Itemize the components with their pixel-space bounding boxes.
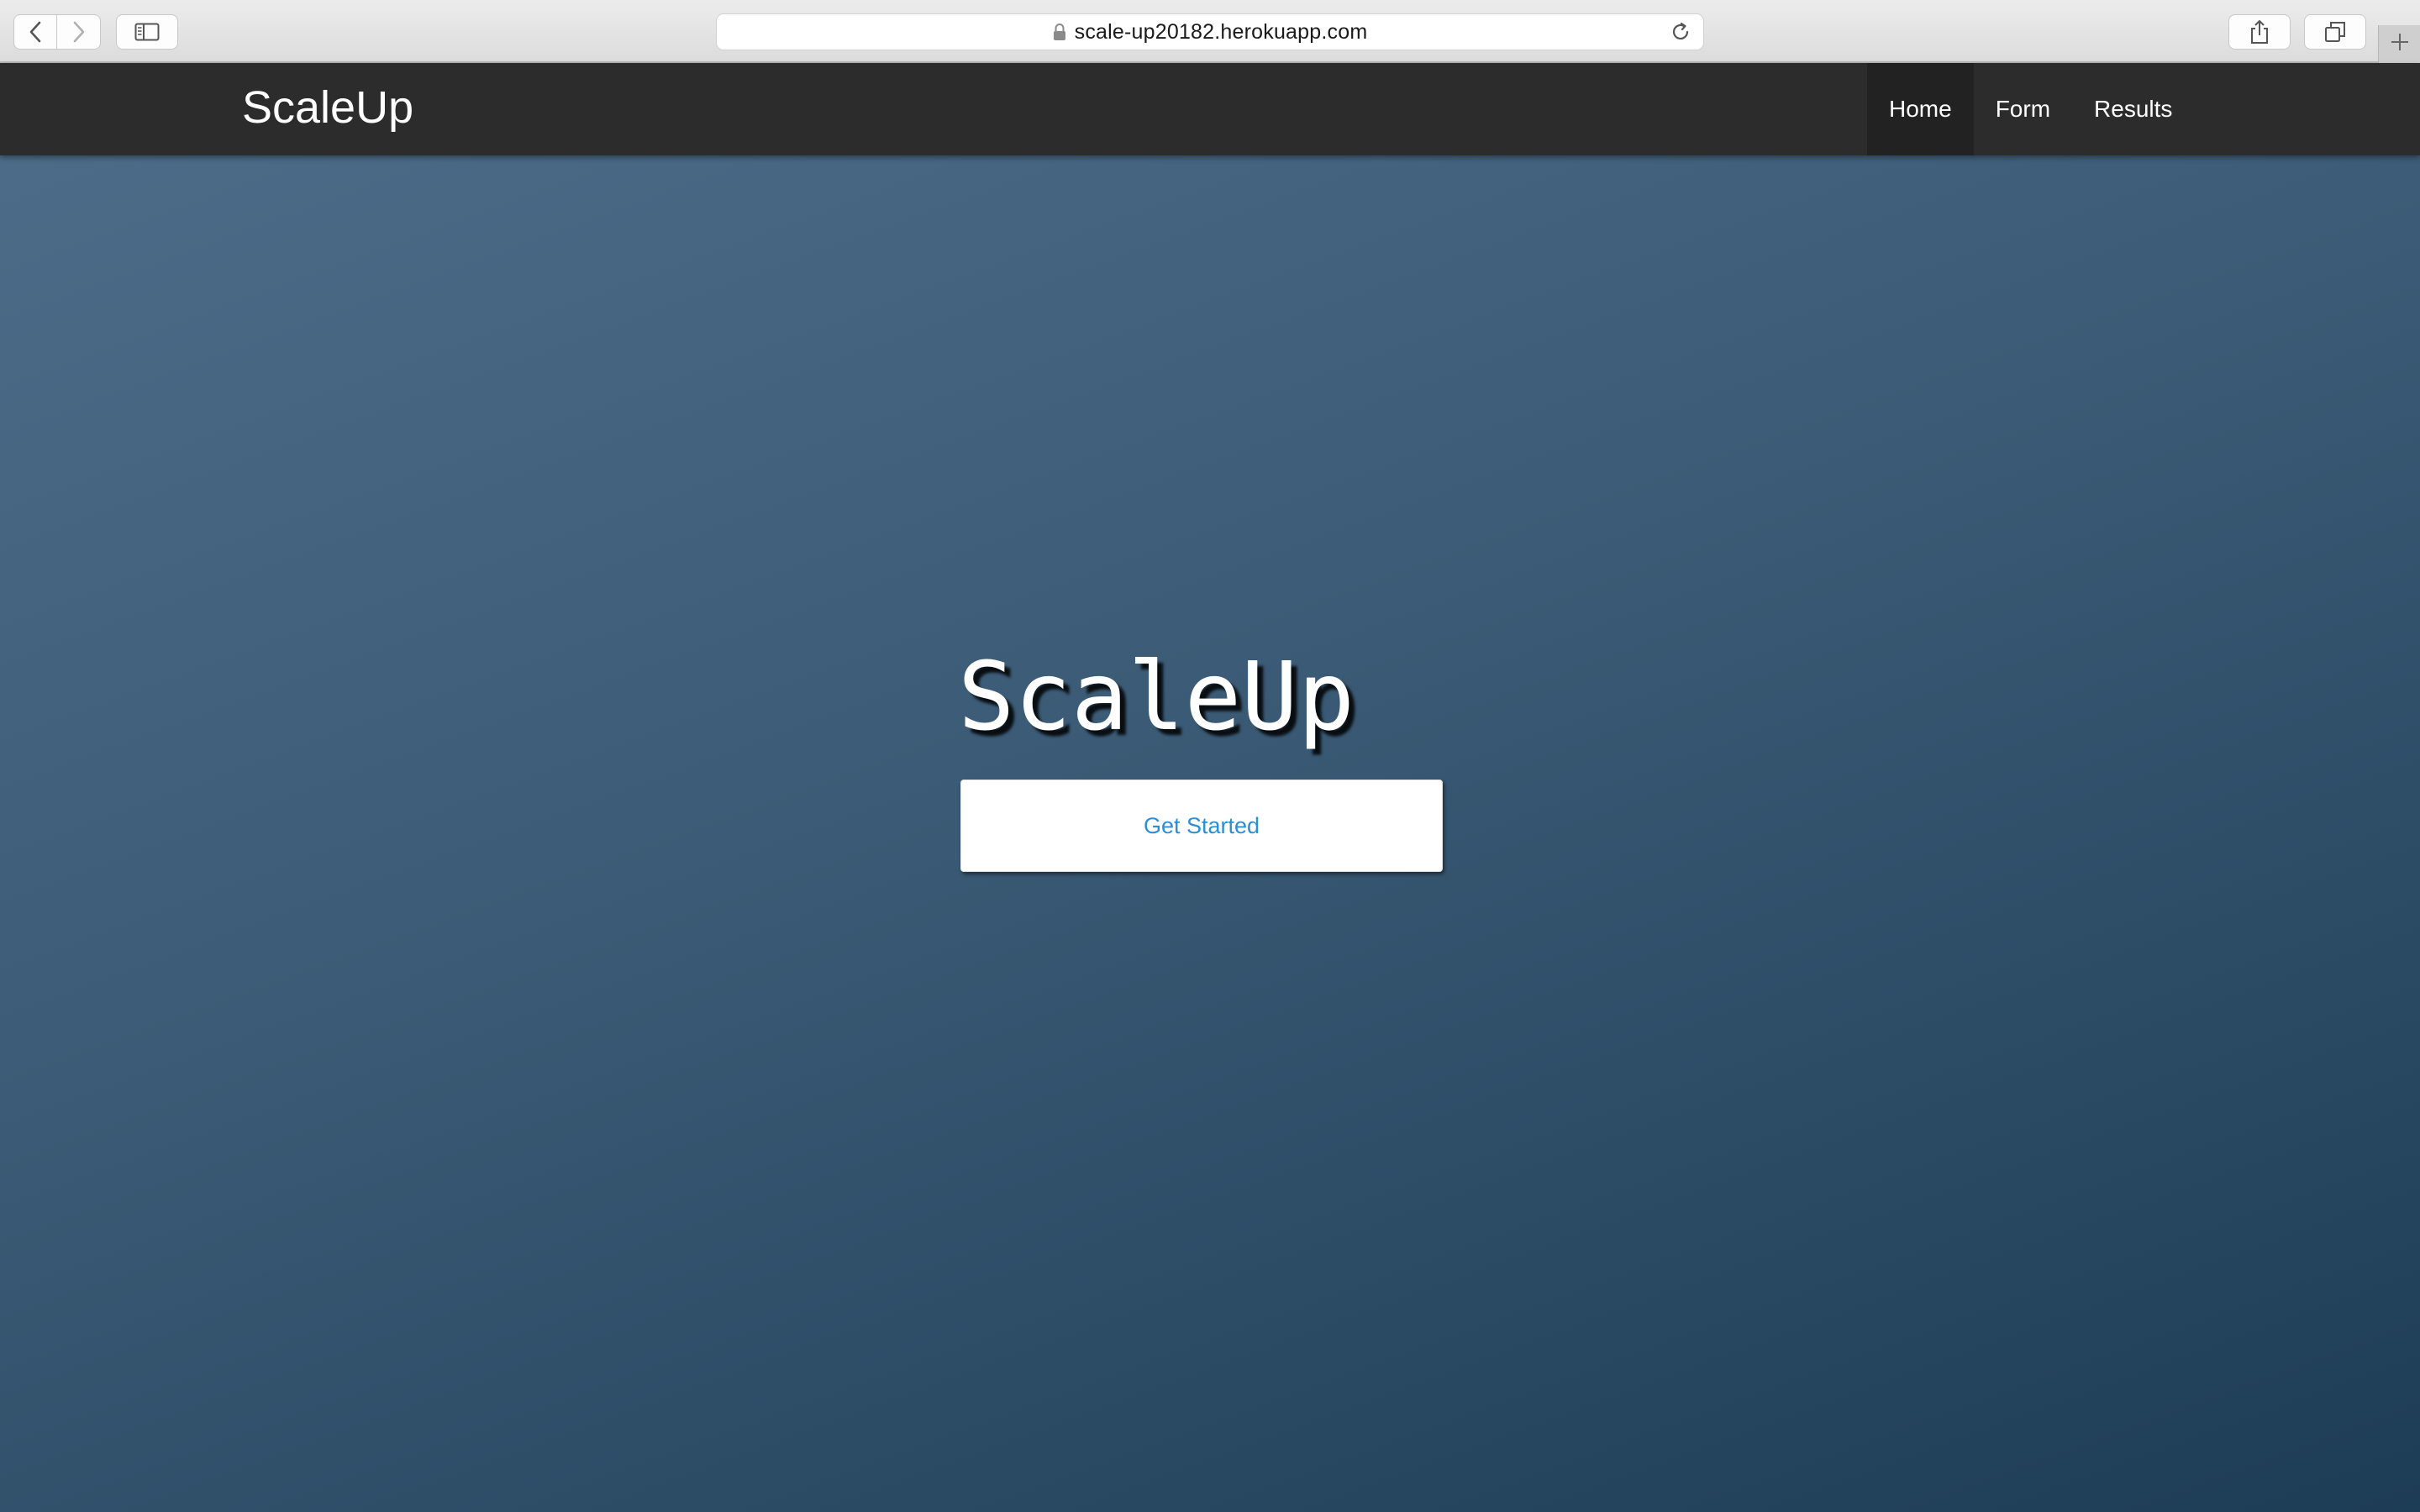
- reload-icon[interactable]: [1670, 21, 1691, 47]
- back-button[interactable]: [13, 14, 57, 50]
- nav-link-home[interactable]: Home: [1867, 63, 1974, 155]
- nav-link-results[interactable]: Results: [2072, 63, 2194, 155]
- show-tabs-button[interactable]: [2304, 14, 2366, 50]
- navbar: ScaleUp Home Form Results: [0, 63, 2420, 155]
- url-text: scale-up20182.herokuapp.com: [1074, 19, 1368, 44]
- tabs-icon: [2324, 21, 2346, 43]
- brand-logo-link[interactable]: ScaleUp: [242, 81, 413, 134]
- sidebar-icon: [134, 23, 160, 41]
- nav-links: Home Form Results: [1867, 63, 2194, 155]
- lock-icon: [1053, 23, 1066, 41]
- forward-button[interactable]: [57, 14, 101, 50]
- nav-link-form[interactable]: Form: [1974, 63, 2072, 155]
- chevron-right-icon: [71, 21, 87, 43]
- share-button[interactable]: [2228, 14, 2291, 50]
- new-tab-button[interactable]: [2378, 25, 2420, 63]
- address-bar[interactable]: scale-up20182.herokuapp.com: [716, 13, 1704, 50]
- get-started-button[interactable]: Get Started: [960, 780, 1443, 872]
- chevron-left-icon: [28, 21, 43, 43]
- sidebar-toggle-button[interactable]: [116, 14, 178, 50]
- hero-section: ScaleUp Get Started: [0, 63, 2420, 1512]
- page-viewport: ScaleUp Get Started ScaleUp Home Form Re…: [0, 63, 2420, 1512]
- hero-title: ScaleUp: [958, 643, 1355, 752]
- plus-icon: [2389, 31, 2411, 57]
- browser-toolbar: scale-up20182.herokuapp.com: [0, 0, 2420, 63]
- share-icon: [2249, 19, 2270, 45]
